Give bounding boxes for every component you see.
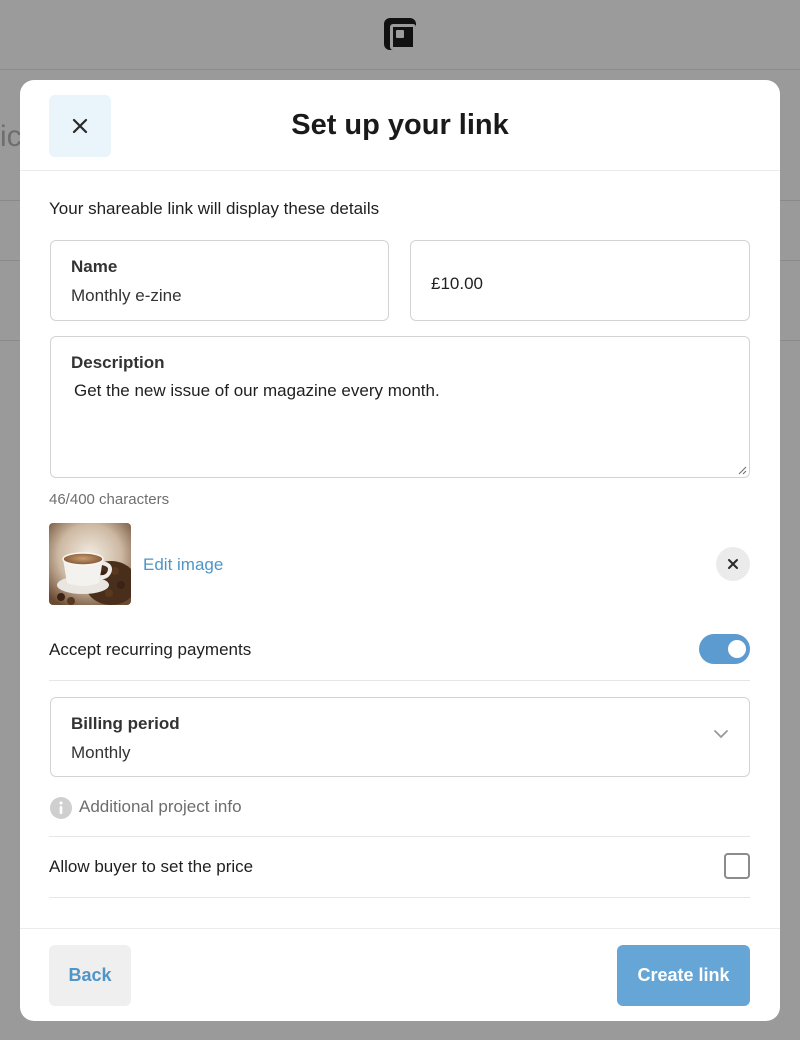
allow-buyer-price-checkbox[interactable] — [724, 853, 750, 879]
additional-project-info-link[interactable]: Additional project info — [79, 797, 242, 817]
description-field-label: Description — [71, 353, 165, 372]
name-field-value: Monthly e-zine — [71, 286, 182, 305]
description-field[interactable]: Description Get the new issue of our mag… — [50, 336, 750, 478]
billing-period-value: Monthly — [71, 743, 131, 762]
back-button[interactable]: Back — [49, 945, 131, 1006]
info-icon — [50, 797, 72, 819]
description-field-value: Get the new issue of our magazine every … — [74, 381, 440, 400]
modal-footer: Back Create link — [20, 928, 780, 1021]
coffee-cup-image — [49, 523, 131, 605]
billing-period-label: Billing period — [71, 714, 180, 733]
character-count: 46/400 characters — [49, 491, 170, 508]
toggle-knob — [728, 640, 746, 658]
recurring-payments-label: Accept recurring payments — [49, 640, 252, 659]
price-field[interactable]: £10.00 — [410, 240, 750, 321]
close-button[interactable] — [49, 95, 111, 157]
create-link-button[interactable]: Create link — [617, 945, 750, 1006]
recurring-payments-toggle[interactable] — [699, 634, 750, 664]
resize-grip-icon[interactable] — [737, 465, 747, 475]
divider — [49, 897, 750, 898]
remove-image-button[interactable] — [716, 547, 750, 581]
allow-buyer-price-label: Allow buyer to set the price — [49, 857, 254, 876]
modal-header: Set up your link — [20, 80, 780, 171]
edit-image-link[interactable]: Edit image — [143, 555, 223, 575]
close-icon — [728, 559, 738, 569]
divider — [49, 680, 750, 681]
background-text-fragment: ic — [0, 120, 22, 153]
background-header — [0, 0, 800, 70]
divider — [49, 836, 750, 837]
price-field-value: £10.00 — [431, 274, 483, 293]
billing-period-select[interactable]: Billing period Monthly — [50, 697, 750, 777]
name-field-label: Name — [71, 257, 118, 276]
intro-text: Your shareable link will display these d… — [49, 199, 380, 218]
close-icon — [72, 118, 88, 134]
square-logo-icon — [384, 18, 416, 50]
setup-link-modal: Set up your link Your shareable link wil… — [20, 80, 780, 1021]
chevron-down-icon — [714, 730, 728, 739]
name-field[interactable]: Name Monthly e-zine — [50, 240, 389, 321]
modal-title: Set up your link — [291, 109, 509, 141]
